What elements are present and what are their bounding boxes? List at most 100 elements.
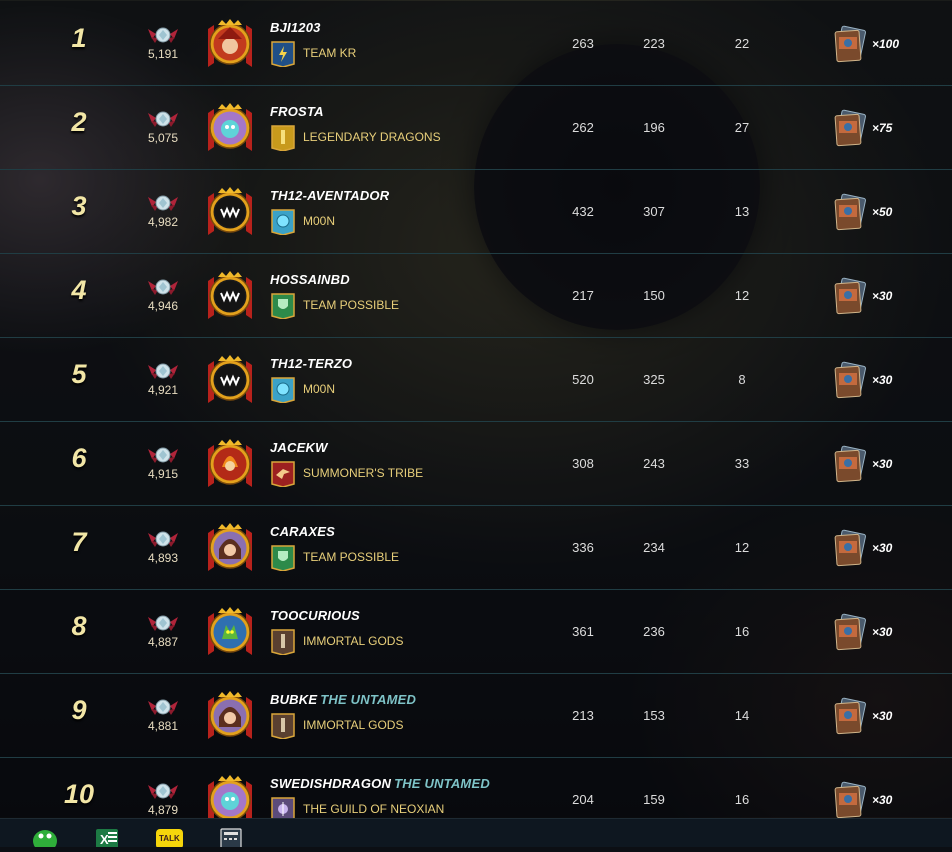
guild-name[interactable]: TEAM KR	[303, 46, 356, 60]
player-username[interactable]: JACEKW	[270, 440, 328, 455]
rating-badge-icon	[140, 613, 186, 633]
rating-block: 4,893	[140, 529, 186, 565]
excel-icon[interactable]: X	[94, 827, 122, 849]
leaderboard-row[interactable]: 10 4,879 SWEDISHDRAGON THE UNTAMED THE GUILD…	[0, 757, 952, 824]
guild-name[interactable]: M00N	[303, 214, 335, 228]
stat-column-2: 159	[643, 792, 665, 807]
player-username[interactable]: FROSTA	[270, 104, 324, 119]
leaderboard-row[interactable]: 3 4,982 TH12-AVENTADOR M00N 432 307 13 ×50	[0, 169, 952, 254]
player-name[interactable]: JACEKW	[270, 440, 331, 455]
monster-mouth-avatar-icon[interactable]	[204, 269, 256, 323]
rating-value: 4,887	[147, 635, 179, 649]
guild-name[interactable]: SUMMONER'S TRIBE	[303, 466, 423, 480]
player-name[interactable]: BJI1203	[270, 20, 324, 35]
rank-number: 4	[71, 275, 87, 305]
monster-mouth-avatar-icon[interactable]	[204, 185, 256, 239]
stat-column-2: 243	[643, 456, 665, 471]
player-username[interactable]: BJI1203	[270, 20, 321, 35]
shield-banner-icon[interactable]	[270, 292, 296, 320]
player-name[interactable]: TOOCURIOUS	[270, 608, 363, 623]
leaderboard-row[interactable]: 9 4,881 BUBKE THE UNTAMED IMMORTAL GODS 213 15…	[0, 673, 952, 758]
stat-column-2: 223	[643, 36, 665, 51]
player-username[interactable]: TH12-TERZO	[270, 356, 352, 371]
rating-value: 4,946	[147, 299, 179, 313]
stat-column-2: 150	[643, 288, 665, 303]
guild-name[interactable]: THE GUILD OF NEOXIAN	[303, 802, 444, 816]
stat-column-2: 153	[643, 708, 665, 723]
guild-name[interactable]: TEAM POSSIBLE	[303, 550, 399, 564]
kakaotalk-label: TALK	[159, 834, 180, 843]
rank-number: 1	[71, 23, 87, 53]
leaderboard-row[interactable]: 5 4,921 TH12-TERZO M00N 520 325 8 ×30	[0, 337, 952, 422]
guild-name[interactable]: TEAM POSSIBLE	[303, 298, 399, 312]
rating-badge-icon	[140, 109, 186, 129]
pillar-banner-icon[interactable]	[270, 712, 296, 740]
guild-name[interactable]: IMMORTAL GODS	[303, 634, 403, 648]
stat-column-1: 308	[572, 456, 594, 471]
rank-number: 3	[71, 191, 87, 221]
green-goblin-avatar-icon[interactable]	[204, 605, 256, 659]
player-name[interactable]: TH12-AVENTADOR	[270, 188, 392, 203]
guild-name[interactable]: LEGENDARY DRAGONS	[303, 130, 441, 144]
kakaotalk-icon[interactable]: TALK	[155, 827, 183, 849]
reward-pack-icon	[833, 109, 869, 147]
orb-banner-icon[interactable]	[270, 376, 296, 404]
girl-avatar-icon[interactable]	[204, 689, 256, 743]
leaderboard-row[interactable]: 6 4,915 JACEKW SUMMONER'S TRIBE 308 243 33 ×30	[0, 421, 952, 506]
rating-block: 4,982	[140, 193, 186, 229]
rating-badge-icon	[140, 193, 186, 213]
red-hood-avatar-icon[interactable]	[204, 17, 256, 71]
girl-avatar-icon[interactable]	[204, 521, 256, 575]
stat-column-3: 14	[734, 708, 750, 723]
rating-value: 4,881	[147, 719, 179, 733]
svg-text:X: X	[100, 832, 109, 847]
leaderboard-row[interactable]: 1 5,191 BJI1203 TEAM KR 263 223 22 ×100	[0, 1, 952, 86]
rank-number: 10	[63, 779, 95, 809]
blue-creature-avatar-icon[interactable]	[204, 101, 256, 155]
player-name[interactable]: FROSTA	[270, 104, 327, 119]
player-username[interactable]: TH12-AVENTADOR	[270, 188, 389, 203]
player-username[interactable]: SWEDISHDRAGON	[270, 776, 391, 791]
stat-column-1: 204	[572, 792, 594, 807]
player-name[interactable]: CARAXES	[270, 524, 338, 539]
shield-banner-icon[interactable]	[270, 544, 296, 572]
stat-column-2: 307	[643, 204, 665, 219]
leaderboard-row[interactable]: 2 5,075 FROSTA LEGENDARY DRAGONS 262 196 27 ×75	[0, 85, 952, 170]
green-app-icon[interactable]	[32, 827, 60, 852]
player-name[interactable]: HOSSAINBD	[270, 272, 353, 287]
reward-multiplier: ×75	[872, 121, 893, 135]
stat-column-3: 8	[738, 372, 746, 387]
guild-name[interactable]: M00N	[303, 382, 335, 396]
leaderboard-row[interactable]: 8 4,887 TOOCURIOUS IMMORTAL GODS 361 236 16 ×30	[0, 589, 952, 674]
reward-multiplier: ×30	[872, 793, 893, 807]
fire-spirit-avatar-icon[interactable]	[204, 437, 256, 491]
leaderboard-row[interactable]: 4 4,946 HOSSAINBD TEAM POSSIBLE 217 150 12 ×30	[0, 253, 952, 338]
player-name[interactable]: TH12-TERZO	[270, 356, 355, 371]
reward-multiplier: ×100	[872, 37, 900, 51]
rating-block: 4,921	[140, 361, 186, 397]
bird-banner-icon[interactable]	[270, 460, 296, 488]
stat-column-3: 33	[734, 456, 750, 471]
reward-multiplier: ×50	[872, 205, 893, 219]
reward-pack-icon	[833, 25, 869, 63]
gold-banner-icon[interactable]	[270, 124, 296, 152]
player-username[interactable]: TOOCURIOUS	[270, 608, 360, 623]
player-username[interactable]: CARAXES	[270, 524, 335, 539]
leaderboard-row[interactable]: 7 4,893 CARAXES TEAM POSSIBLE 336 234 12 ×30	[0, 505, 952, 590]
stat-column-1: 432	[572, 204, 594, 219]
player-name[interactable]: BUBKE THE UNTAMED	[270, 692, 416, 707]
monster-mouth-avatar-icon[interactable]	[204, 353, 256, 407]
player-username[interactable]: BUBKE	[270, 692, 317, 707]
player-username[interactable]: HOSSAINBD	[270, 272, 350, 287]
player-name[interactable]: SWEDISHDRAGON THE UNTAMED	[270, 776, 490, 791]
rating-value: 4,921	[147, 383, 179, 397]
rating-value: 4,982	[147, 215, 179, 229]
pillar-banner-icon[interactable]	[270, 628, 296, 656]
stat-column-1: 361	[572, 624, 594, 639]
orb-banner-icon[interactable]	[270, 208, 296, 236]
calculator-icon[interactable]	[219, 827, 247, 850]
guild-name[interactable]: IMMORTAL GODS	[303, 718, 403, 732]
stat-column-3: 12	[734, 540, 750, 555]
reward-pack-icon	[833, 193, 869, 231]
lightning-banner-icon[interactable]	[270, 40, 296, 68]
